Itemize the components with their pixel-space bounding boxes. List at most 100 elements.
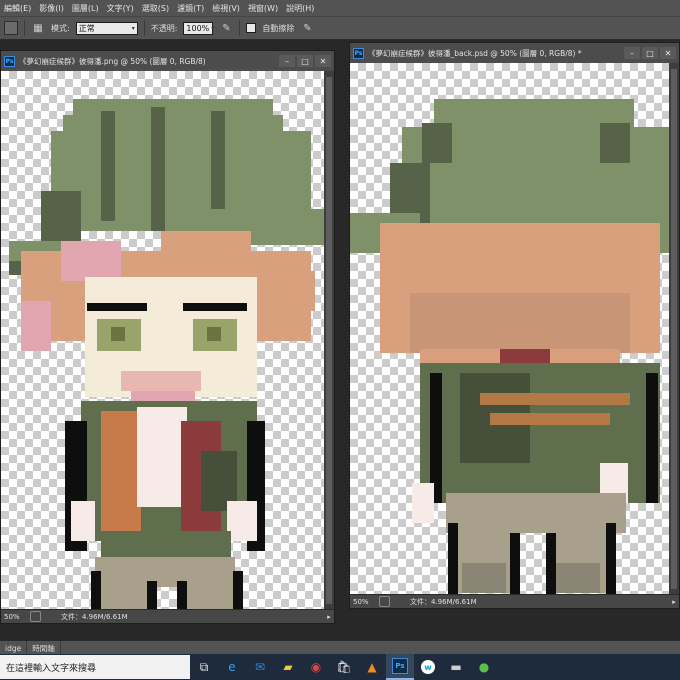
- canvas[interactable]: [350, 63, 669, 595]
- brush-panel-icon[interactable]: ▦: [31, 21, 45, 35]
- opacity-field[interactable]: 100% ▾: [183, 21, 215, 35]
- outline: [510, 533, 520, 595]
- maximize-button[interactable]: □: [297, 55, 313, 67]
- menu-item[interactable]: 檢視(V): [208, 3, 244, 14]
- pressure-size-icon[interactable]: ✎: [300, 21, 314, 35]
- brush-preset-icon[interactable]: [4, 21, 18, 35]
- close-button[interactable]: ✕: [315, 55, 331, 67]
- leg-shadow: [556, 563, 600, 593]
- status-menu-arrow-icon[interactable]: ▸: [669, 598, 679, 606]
- document-titlebar[interactable]: Ps 《夢幻崩症候群》彼得潘.png @ 50% (圖層 0, RGB/8) –…: [1, 51, 334, 72]
- maximize-button[interactable]: □: [642, 47, 658, 59]
- zoom-level[interactable]: 50%: [350, 598, 379, 606]
- scrollbar-thumb[interactable]: [671, 69, 677, 589]
- leg: [99, 581, 149, 610]
- hand: [412, 483, 434, 523]
- webex-icon[interactable]: w: [414, 654, 442, 680]
- hat-seam: [600, 123, 630, 163]
- edge-icon[interactable]: e: [218, 654, 246, 680]
- pupil: [207, 327, 221, 341]
- document-info: 文件：4.96M/6.61M: [61, 612, 128, 621]
- document-title: 《夢幻崩症候群》彼得潘.png @ 50% (圖層 0, RGB/8): [19, 56, 206, 66]
- mode-value: 正常: [78, 23, 95, 33]
- scarf: [101, 411, 141, 531]
- pupil: [111, 327, 125, 341]
- tool-options-bar: ▦ 模式: 正常 ▾ 不透明: 100% ▾ ✎ 自動擦除 ✎: [0, 16, 680, 40]
- menu-item[interactable]: 濾鏡(T): [173, 3, 208, 14]
- menu-item[interactable]: 影像(I): [35, 3, 68, 14]
- bottom-panel-tabs: idge 時間軸: [0, 640, 680, 655]
- share-icon[interactable]: [379, 596, 390, 607]
- hair: [291, 271, 315, 311]
- hand: [71, 501, 95, 541]
- menu-item[interactable]: 文字(Y): [103, 3, 138, 14]
- outline: [147, 581, 157, 610]
- photoshop-icon: Ps: [4, 55, 15, 67]
- minimize-button[interactable]: –: [624, 47, 640, 59]
- outline: [646, 373, 658, 503]
- leg-shadow: [462, 563, 506, 593]
- hat-crown: [63, 115, 283, 145]
- photoshop-icon[interactable]: Ps: [386, 654, 414, 680]
- menu-item[interactable]: 視窗(W): [244, 3, 282, 14]
- separator: [143, 20, 145, 36]
- outline: [606, 523, 616, 595]
- file-explorer-icon[interactable]: ▰: [274, 654, 302, 680]
- minimize-button[interactable]: –: [279, 55, 295, 67]
- scrollbar-thumb[interactable]: [326, 77, 332, 604]
- outline: [233, 571, 243, 610]
- panel-tab[interactable]: 時間軸: [27, 641, 61, 655]
- menu-item[interactable]: 編輯(E): [0, 3, 35, 14]
- status-menu-arrow-icon[interactable]: ▸: [324, 613, 334, 621]
- hand: [227, 501, 257, 541]
- zoom-level[interactable]: 50%: [1, 613, 30, 621]
- outline: [177, 581, 187, 610]
- menu-item[interactable]: 說明(H): [282, 3, 318, 14]
- opacity-label: 不透明:: [150, 23, 178, 33]
- document-info: 文件：4.96M/6.61M: [410, 597, 477, 606]
- mail-icon[interactable]: ✉: [246, 654, 274, 680]
- menu-bar: 編輯(E) 影像(I) 圖層(L) 文字(Y) 選取(S) 濾鏡(T) 檢視(V) 視窗(W)…: [0, 0, 680, 16]
- mode-label: 模式:: [51, 23, 70, 33]
- jacket-hem: [101, 531, 231, 561]
- strap: [480, 393, 630, 405]
- taskbar-search-box[interactable]: 在這裡輸入文字來搜尋: [0, 655, 190, 679]
- opacity-value: 100%: [186, 23, 210, 33]
- canvas[interactable]: [1, 71, 324, 610]
- vlc-icon[interactable]: ▲: [358, 654, 386, 680]
- collar: [500, 349, 550, 365]
- document-titlebar[interactable]: Ps 《夢幻崩症候群》彼得潘_back.psd @ 50% (圖層 0, RGB…: [350, 43, 679, 64]
- menu-item[interactable]: 選取(S): [138, 3, 173, 14]
- hat-seam: [151, 107, 165, 231]
- menu-item[interactable]: 圖層(L): [68, 3, 103, 14]
- usb-icon[interactable]: ▬: [442, 654, 470, 680]
- auto-erase-label: 自動擦除: [262, 23, 295, 33]
- status-bar: 50% 文件：4.96M/6.61M ▸: [1, 609, 334, 623]
- chrome-icon[interactable]: ◉: [302, 654, 330, 680]
- outline: [91, 571, 101, 610]
- chevron-down-icon: ▾: [211, 24, 215, 32]
- store-icon[interactable]: 🛍: [330, 654, 358, 680]
- share-icon[interactable]: [30, 611, 41, 622]
- app-icon[interactable]: ●: [470, 654, 498, 680]
- pressure-opacity-icon[interactable]: ✎: [219, 21, 233, 35]
- hair: [161, 231, 251, 271]
- document-window-left[interactable]: Ps 《夢幻崩症候群》彼得潘.png @ 50% (圖層 0, RGB/8) –…: [0, 50, 335, 624]
- auto-erase-checkbox[interactable]: [246, 23, 257, 33]
- vertical-scrollbar[interactable]: [324, 71, 334, 610]
- leg: [185, 581, 235, 610]
- close-button[interactable]: ✕: [660, 47, 676, 59]
- strap: [490, 413, 610, 425]
- panel-tab[interactable]: idge: [0, 641, 28, 655]
- mode-dropdown[interactable]: 正常 ▾: [75, 21, 138, 35]
- hair: [21, 301, 51, 351]
- taskbar: 在這裡輸入文字來搜尋 ⧉ e ✉ ▰ ◉ 🛍 ▲ Ps w ▬ ●: [0, 654, 680, 680]
- document-window-right[interactable]: Ps 《夢幻崩症候群》彼得潘_back.psd @ 50% (圖層 0, RGB…: [349, 42, 680, 609]
- eyebrow: [87, 303, 147, 311]
- hat-seam: [101, 111, 115, 221]
- eyebrow: [183, 303, 247, 311]
- chin-shadow: [121, 371, 201, 391]
- vertical-scrollbar[interactable]: [669, 63, 679, 595]
- task-view-icon[interactable]: ⧉: [190, 654, 218, 680]
- hat-seam: [422, 123, 452, 163]
